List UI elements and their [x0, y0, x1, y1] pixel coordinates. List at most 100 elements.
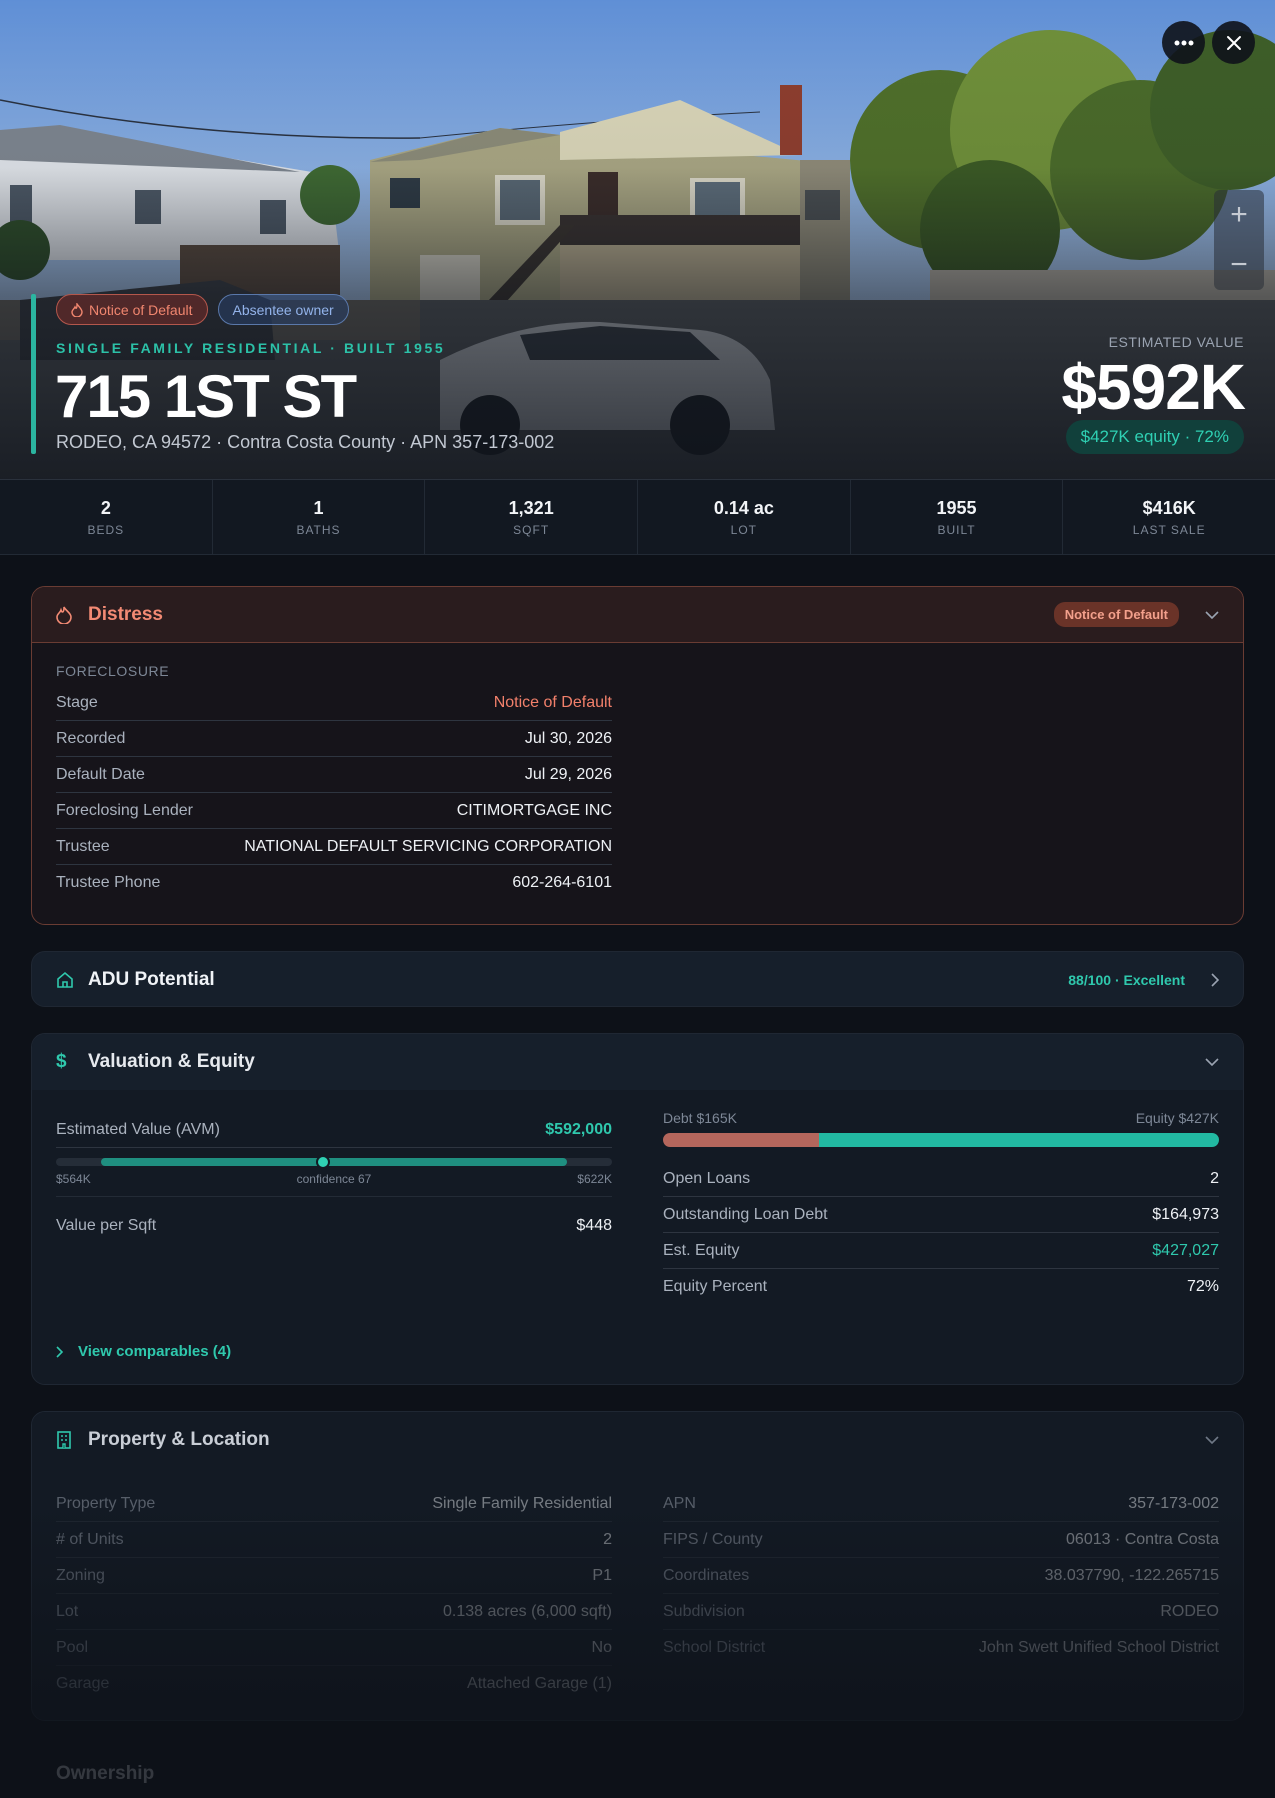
- absentee-owner-badge: Absentee owner: [217, 294, 349, 325]
- stat-label: BATHS: [296, 523, 341, 537]
- table-row: Outstanding Loan Debt $164,973: [663, 1197, 1219, 1233]
- distress-header[interactable]: Distress Notice of Default: [32, 587, 1243, 643]
- zoom-in-button[interactable]: +: [1214, 190, 1264, 240]
- stat-value: 0.14 ac: [713, 498, 774, 518]
- view-comparables-link[interactable]: View comparables (4): [56, 1343, 231, 1360]
- row-value: 0.138 acres (6,000 sqft): [443, 1602, 612, 1620]
- row-value: No: [591, 1638, 612, 1656]
- table-row: Trustee Phone 602-264-6101: [56, 865, 612, 901]
- flame-icon: [56, 606, 74, 624]
- confidence-label: confidence 67: [296, 1172, 372, 1186]
- stats-bar: 2 BEDS 1 BATHS 1,321 SQFT 0.14 ac LOT 1955 BU…: [0, 480, 1275, 555]
- chevron-down-icon[interactable]: [1205, 610, 1219, 619]
- row-value: 06013 · Contra Costa: [1066, 1530, 1219, 1548]
- table-row: Lot 0.138 acres (6,000 sqft): [56, 1594, 612, 1630]
- stat-beds: 2 BEDS: [0, 480, 213, 554]
- table-row: Trustee NATIONAL DEFAULT SERVICING CORPOR…: [56, 829, 612, 865]
- ownership-title[interactable]: Ownership: [56, 1763, 154, 1785]
- chevron-right-icon[interactable]: [1211, 973, 1219, 987]
- equity-rows: Open Loans 2 Outstanding Loan Debt $164,97…: [663, 1161, 1219, 1305]
- estimated-value: $592K: [1061, 351, 1246, 423]
- row-key: Estimated Value (AVM): [56, 1120, 220, 1138]
- avm-marker: [315, 1155, 330, 1169]
- flame-icon: [71, 302, 83, 317]
- hero-badges: Notice of Default Absentee owner: [56, 294, 349, 325]
- row-key: Default Date: [56, 765, 145, 783]
- row-key: Stage: [56, 693, 98, 711]
- zoom-out-button[interactable]: −: [1214, 240, 1264, 290]
- foreclosure-label: FORECLOSURE: [56, 663, 170, 679]
- stat-last-sale: $416K LAST SALE: [1063, 480, 1275, 554]
- row-key: Foreclosing Lender: [56, 801, 193, 819]
- table-row: Pool No: [56, 1630, 612, 1666]
- more-button[interactable]: [1162, 21, 1205, 64]
- equity-segment: [818, 1133, 1219, 1147]
- property-rows-right: APN 357-173-002 FIPS / County 06013 · Cont…: [663, 1486, 1219, 1666]
- adu-header[interactable]: ADU Potential 88/100 · Excellent: [32, 952, 1243, 1006]
- comparables-label: View comparables (4): [78, 1343, 232, 1360]
- table-row: Stage Notice of Default: [56, 685, 612, 721]
- row-value: $592,000: [545, 1120, 612, 1138]
- chevron-down-icon[interactable]: [1205, 1058, 1219, 1066]
- property-subtitle: RODEO, CA 94572 · Contra Costa County · …: [56, 432, 555, 452]
- row-key: Outstanding Loan Debt: [663, 1205, 828, 1223]
- stat-label: BUILT: [937, 523, 976, 537]
- close-button[interactable]: [1212, 21, 1255, 64]
- row-key: Pool: [56, 1638, 89, 1656]
- property-rows-left: Property Type Single Family Residential #…: [56, 1486, 612, 1702]
- row-key: Lot: [56, 1602, 79, 1620]
- home-icon: [56, 971, 74, 989]
- row-key: Trustee: [56, 837, 110, 855]
- table-row: Property Type Single Family Residential: [56, 1486, 612, 1522]
- row-key: APN: [663, 1494, 696, 1512]
- chevron-right-icon: [56, 1345, 64, 1358]
- row-key: School District: [663, 1639, 766, 1656]
- stat-value: 1: [313, 498, 324, 518]
- row-value: John Swett Unified School District: [978, 1639, 1219, 1656]
- row-key: Coordinates: [663, 1566, 750, 1584]
- distress-card: Distress Notice of Default FORECLOSURE S…: [31, 586, 1244, 925]
- row-key: Garage: [56, 1675, 110, 1692]
- row-value: 2: [603, 1530, 612, 1548]
- valuation-header[interactable]: $ Valuation & Equity: [32, 1034, 1243, 1090]
- accent-bar: [31, 294, 36, 454]
- range-low: $564K: [56, 1172, 91, 1186]
- table-row: APN 357-173-002: [663, 1486, 1219, 1522]
- table-row: Est. Equity $427,027: [663, 1233, 1219, 1269]
- row-value: Jul 29, 2026: [524, 765, 612, 783]
- property-address: 715 1ST ST: [55, 363, 357, 430]
- stat-value: 1,321: [508, 498, 554, 518]
- close-icon: [1226, 35, 1241, 50]
- table-row: Foreclosing Lender CITIMORTGAGE INC: [56, 793, 612, 829]
- row-key: FIPS / County: [663, 1530, 763, 1548]
- row-key: # of Units: [56, 1530, 124, 1548]
- row-value: $427,027: [1152, 1241, 1219, 1259]
- stat-value: $416K: [1142, 498, 1196, 518]
- avm-range-track: [56, 1155, 612, 1169]
- row-key: Equity Percent: [663, 1278, 768, 1295]
- estimated-value-label: ESTIMATED VALUE: [1108, 334, 1244, 350]
- stat-label: SQFT: [513, 523, 550, 537]
- row-key: Recorded: [56, 729, 126, 747]
- range-high: $622K: [577, 1172, 612, 1186]
- table-row: Default Date Jul 29, 2026: [56, 757, 612, 793]
- row-value: Notice of Default: [493, 693, 612, 711]
- chevron-down-icon[interactable]: [1205, 1436, 1219, 1444]
- stat-label: LOT: [730, 523, 758, 537]
- property-title: Property & Location: [88, 1429, 270, 1450]
- valuation-card: $ Valuation & Equity Estimated Value (AV…: [31, 1033, 1244, 1385]
- adu-card[interactable]: ADU Potential 88/100 · Excellent: [31, 951, 1244, 1007]
- property-header[interactable]: Property & Location: [32, 1412, 1243, 1468]
- row-value: RODEO: [1160, 1602, 1219, 1620]
- row-value: 2: [1210, 1169, 1219, 1187]
- row-value: P1: [592, 1566, 612, 1584]
- debt-equity-bar: [663, 1133, 1219, 1147]
- table-row: Open Loans 2: [663, 1161, 1219, 1197]
- property-location-card: Property & Location Property Type Single …: [31, 1411, 1244, 1721]
- debt-segment: [663, 1133, 819, 1147]
- table-row: School District John Swett Unified School…: [663, 1630, 1219, 1666]
- row-value: $164,973: [1152, 1205, 1219, 1223]
- hero-panel: + − Notice of Default Absentee owner SIN…: [0, 0, 1275, 480]
- foreclosure-rows: Stage Notice of Default Recorded Jul 30, 2…: [56, 685, 612, 901]
- table-row: Zoning P1: [56, 1558, 612, 1594]
